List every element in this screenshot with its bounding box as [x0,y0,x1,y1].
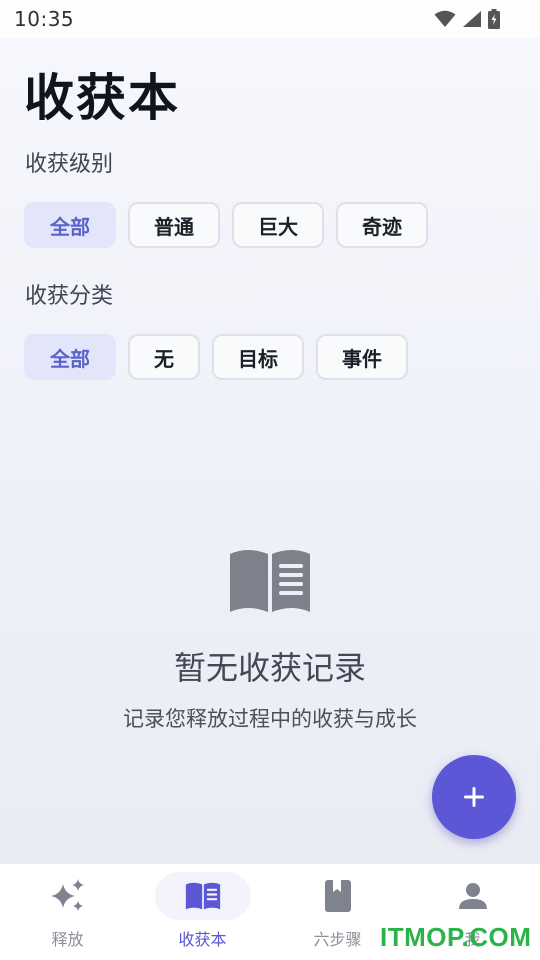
nav-item-release[interactable]: 释放 [0,864,135,960]
category-chip-goal[interactable]: 目标 [212,334,304,380]
level-section-label: 收获级别 [25,152,114,177]
nav-label-harvest: 收获本 [178,930,227,949]
book-open-icon [185,876,221,916]
category-chip-all[interactable]: 全部 [24,334,116,380]
status-bar: 10:35 [0,0,540,38]
nav-label-six-steps: 六步骤 [313,930,362,949]
level-chip-huge[interactable]: 巨大 [232,202,324,248]
battery-icon [488,9,500,29]
empty-state-title: 暂无收获记录 [173,649,366,687]
empty-state-subtitle: 记录您释放过程中的收获与成长 [123,707,417,731]
nav-item-harvest[interactable]: 收获本 [135,864,270,960]
level-chip-row: 全部 普通 巨大 奇迹 [24,202,428,248]
status-time: 10:35 [14,7,75,31]
person-icon [458,876,487,916]
category-chip-event[interactable]: 事件 [316,334,408,380]
sparkle-icon [49,876,87,916]
nav-label-release: 释放 [51,930,84,949]
plus-icon [464,787,484,807]
watermark-text: ITMOP.COM [380,922,532,952]
page-title: 收获本 [24,69,180,127]
category-chip-none[interactable]: 无 [128,334,200,380]
book-open-icon [230,550,310,612]
signal-icon [463,11,481,27]
level-chip-miracle[interactable]: 奇迹 [336,202,428,248]
wifi-icon [434,10,456,27]
status-icons [434,9,500,29]
level-chip-all[interactable]: 全部 [24,202,116,248]
category-chip-row: 全部 无 目标 事件 [24,334,408,380]
level-chip-normal[interactable]: 普通 [128,202,220,248]
add-harvest-button[interactable] [432,755,516,839]
category-section-label: 收获分类 [25,284,114,309]
book-icon [324,876,351,916]
